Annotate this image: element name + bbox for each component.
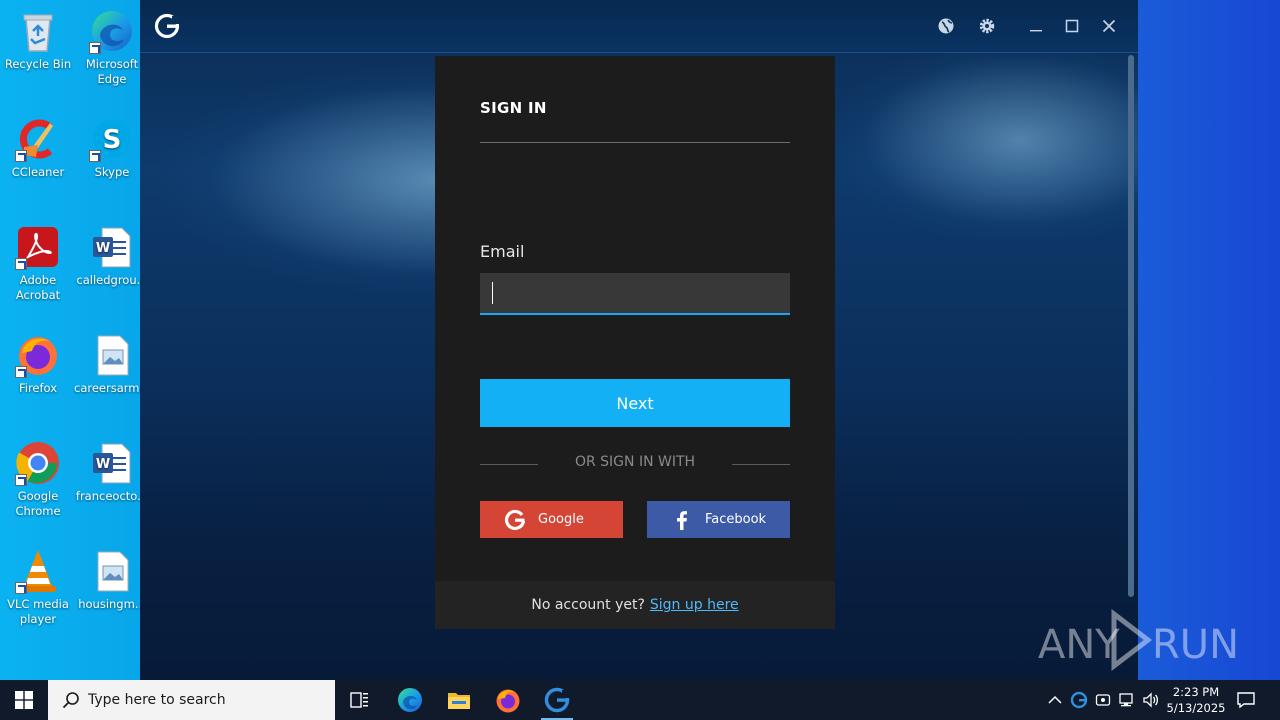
- word-doc-icon: W: [89, 440, 135, 486]
- next-button[interactable]: Next: [480, 379, 790, 427]
- svg-text:ANY: ANY: [1038, 622, 1120, 668]
- desktop-icon-ccleaner[interactable]: CCleaner: [0, 116, 76, 180]
- divider-line-right: [732, 464, 790, 465]
- app-titlebar[interactable]: [140, 0, 1138, 53]
- minimize-icon[interactable]: [1024, 14, 1048, 38]
- word-doc-icon: W: [89, 224, 135, 270]
- desktop-icon-label: VLC media player: [7, 597, 69, 626]
- volume-icon[interactable]: [1142, 691, 1160, 709]
- taskbar: Type here to search 2:23 PM 5/13/2025: [0, 680, 1280, 720]
- shortcut-arrow-icon: [15, 474, 27, 486]
- edge-icon: [89, 8, 135, 54]
- taskbar-search[interactable]: Type here to search: [48, 680, 335, 720]
- desktop-icon-word-doc[interactable]: W calledgrou...: [74, 224, 150, 288]
- vlc-icon: [15, 548, 61, 594]
- anyrun-watermark: ANY RUN: [1038, 608, 1239, 672]
- image-file-icon: [89, 332, 135, 378]
- network-icon[interactable]: [1118, 691, 1136, 709]
- svg-text:RUN: RUN: [1152, 622, 1238, 668]
- desktop-icon-label: franceocto...: [75, 489, 149, 503]
- notification-icon[interactable]: [1236, 690, 1258, 710]
- app-window: SIGN IN Email Next OR SIGN IN WITH Googl…: [140, 0, 1138, 680]
- email-field[interactable]: [480, 273, 790, 315]
- system-clock[interactable]: 2:23 PM 5/13/2025: [1164, 684, 1228, 716]
- or-sign-in-with-divider: OR SIGN IN WITH: [480, 454, 790, 474]
- desktop-icon-label: Skype: [94, 165, 130, 179]
- maximize-icon[interactable]: [1060, 14, 1084, 38]
- shortcut-arrow-icon: [89, 150, 101, 162]
- svg-text:S: S: [103, 125, 122, 155]
- desktop-icon-chrome[interactable]: Google Chrome: [0, 440, 76, 519]
- recycle-bin-icon: [15, 8, 61, 54]
- divider: [480, 142, 790, 143]
- desktop-icon-word-doc[interactable]: W franceocto...: [74, 440, 150, 504]
- desktop-icon-firefox[interactable]: Firefox: [0, 332, 76, 396]
- desktop-icon-label: Recycle Bin: [4, 57, 72, 71]
- facebook-icon: [671, 509, 693, 531]
- shortcut-arrow-icon: [15, 366, 27, 378]
- desktop-icon-label: Firefox: [18, 381, 58, 395]
- signin-title: SIGN IN: [480, 99, 547, 117]
- google-signin-button[interactable]: Google: [480, 501, 623, 538]
- or-sign-in-with-text: OR SIGN IN WITH: [574, 454, 696, 470]
- file-explorer-icon[interactable]: [435, 680, 483, 720]
- shortcut-arrow-icon: [15, 582, 27, 594]
- scrollbar[interactable]: [1128, 55, 1134, 597]
- clock-date: 5/13/2025: [1166, 701, 1226, 715]
- google-label: Google: [538, 512, 584, 527]
- desktop-icon-label: housingm...: [78, 597, 146, 611]
- desktop-icon-label: Adobe Acrobat: [15, 273, 61, 302]
- close-icon[interactable]: [1097, 14, 1121, 38]
- shortcut-arrow-icon: [89, 42, 101, 54]
- search-placeholder: Type here to search: [88, 692, 226, 708]
- desktop-icon-image-file[interactable]: housingm...: [74, 548, 150, 612]
- signin-footer: No account yet? Sign up here: [435, 581, 835, 629]
- svg-text:W: W: [96, 457, 110, 472]
- desktop-icon-label: CCleaner: [11, 165, 65, 179]
- desktop-icon-vlc[interactable]: VLC media player: [0, 548, 76, 627]
- desktop-icon-recycle-bin[interactable]: Recycle Bin: [0, 8, 76, 72]
- facebook-label: Facebook: [705, 512, 767, 527]
- meet-now-icon[interactable]: [1094, 691, 1112, 709]
- signin-panel: SIGN IN Email Next OR SIGN IN WITH Googl…: [435, 56, 835, 629]
- facebook-signin-button[interactable]: Facebook: [647, 501, 790, 538]
- svg-text:W: W: [96, 241, 110, 256]
- desktop-icon-label: Google Chrome: [15, 489, 61, 518]
- chevron-up-icon[interactable]: [1046, 691, 1064, 709]
- globe-icon[interactable]: [934, 14, 958, 38]
- app-tray-icon[interactable]: [1070, 691, 1088, 709]
- acrobat-icon: [15, 224, 61, 270]
- start-button[interactable]: [0, 680, 48, 720]
- app-logo-icon: [154, 13, 180, 39]
- taskbar-firefox-icon[interactable]: [484, 680, 532, 720]
- taskbar-app-logo-icon[interactable]: [533, 680, 581, 720]
- taskbar-edge-icon[interactable]: [386, 680, 434, 720]
- image-file-icon: [89, 548, 135, 594]
- desktop-icon-acrobat[interactable]: Adobe Acrobat: [0, 224, 76, 303]
- task-view-icon[interactable]: [336, 680, 384, 720]
- firefox-icon: [15, 332, 61, 378]
- shortcut-arrow-icon: [15, 150, 27, 162]
- search-icon: [62, 691, 80, 709]
- chrome-icon: [15, 440, 61, 486]
- no-account-text: No account yet?: [531, 597, 645, 613]
- shortcut-arrow-icon: [15, 258, 27, 270]
- desktop-icon-label: Microsoft Edge: [85, 57, 139, 86]
- desktop-icon-edge[interactable]: Microsoft Edge: [74, 8, 150, 87]
- desktop-icon-label: careersarm...: [74, 381, 151, 395]
- windows-logo-icon: [15, 691, 33, 709]
- desktop-icon-label: calledgrou...: [76, 273, 148, 287]
- skype-icon: S: [89, 116, 135, 162]
- email-label: Email: [480, 242, 525, 261]
- clock-time: 2:23 PM: [1172, 685, 1220, 699]
- ccleaner-icon: [15, 116, 61, 162]
- signup-link[interactable]: Sign up here: [650, 597, 739, 613]
- text-caret: [492, 282, 493, 304]
- desktop-icon-skype[interactable]: S Skype: [74, 116, 150, 180]
- desktop-icon-image-file[interactable]: careersarm...: [74, 332, 150, 396]
- gear-icon[interactable]: [975, 14, 999, 38]
- google-icon: [504, 509, 526, 531]
